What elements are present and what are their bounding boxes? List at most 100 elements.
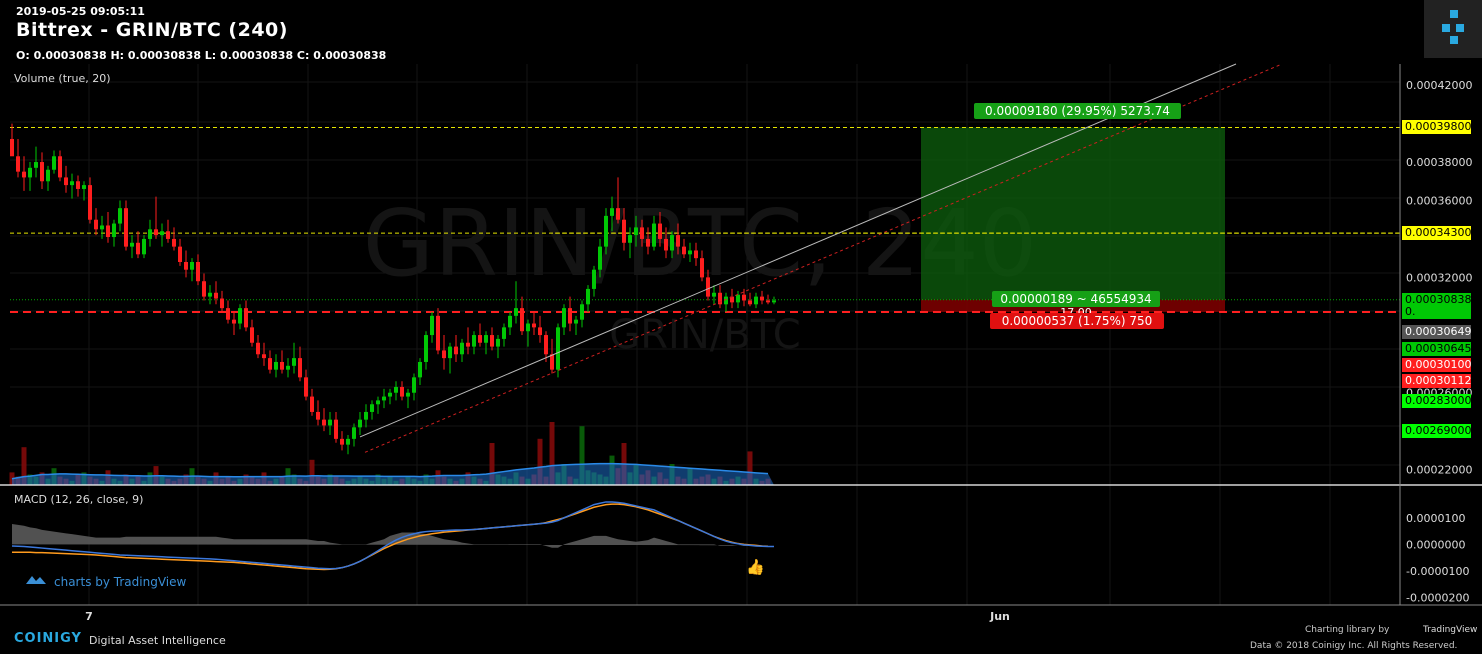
position-zones <box>921 127 1225 312</box>
macd-pane <box>11 501 774 571</box>
chart-stage: GRIN/BTC, 240 GRIN/BTC 0.00042000 0.00038… <box>0 0 1482 654</box>
candle-body <box>88 185 92 220</box>
candle-body <box>652 223 656 247</box>
candle-body <box>688 250 692 255</box>
candle-body <box>196 262 200 282</box>
candle-body <box>94 219 98 230</box>
price-tick-label: 0.00036000 <box>1406 194 1472 207</box>
candle-body <box>736 294 740 303</box>
chart-title: Bittrex - GRIN/BTC (240) <box>16 19 288 41</box>
macd-tick-label: -0.0000100 <box>1406 565 1469 578</box>
candle-body <box>376 400 380 405</box>
candle-body <box>118 208 122 224</box>
price-tick-label: 0.00032000 <box>1406 271 1472 284</box>
candle-body <box>496 338 500 347</box>
candle-body <box>532 323 536 328</box>
time-tick-label: Jun <box>989 610 1010 623</box>
candle-body <box>202 281 206 297</box>
price-tag: 0.00030649 <box>1402 325 1471 340</box>
candle-body <box>394 386 398 393</box>
candle-body <box>190 262 194 270</box>
candle-body <box>346 438 350 445</box>
candle-body <box>130 242 134 247</box>
candle-body <box>586 288 590 305</box>
candle-body <box>772 300 776 303</box>
price-tag: 0. <box>1402 304 1471 319</box>
volume-bars <box>9 422 774 485</box>
candle-body <box>124 208 128 247</box>
candle-body <box>466 342 470 347</box>
candle-body <box>358 419 362 428</box>
charting-library-label: Charting library by <box>1305 625 1390 635</box>
tradingview-logo-icon <box>26 576 46 584</box>
footer-tagline: Digital Asset Intelligence <box>89 634 226 647</box>
timestamp: 2019-05-25 09:05:11 <box>16 5 145 18</box>
candle-body <box>106 225 110 238</box>
thumbs-up-icon[interactable]: 👍 <box>746 558 765 576</box>
candle-body <box>514 308 518 316</box>
candle-body <box>16 156 20 172</box>
range-label: 0.00000189 ~ 46554934 <box>1000 292 1151 306</box>
candle-body <box>328 419 332 426</box>
candle-body <box>298 358 302 378</box>
candle-body <box>340 438 344 445</box>
candle-body <box>508 315 512 328</box>
candle-body <box>226 308 230 320</box>
stop-label: 0.00000537 (1.75%) 750 <box>1002 314 1153 328</box>
candle-body <box>568 308 572 324</box>
target-label: 0.00009180 (29.95%) 5273.74 <box>985 104 1170 118</box>
macd-tick-label: 0.0000000 <box>1406 538 1466 551</box>
candle-body <box>418 361 422 378</box>
candle-body <box>706 277 710 297</box>
candle-body <box>244 308 248 328</box>
candle-body <box>454 346 458 355</box>
candle-body <box>316 411 320 420</box>
candle-body <box>574 319 578 324</box>
candle-body <box>40 162 44 182</box>
macd-indicator-label[interactable]: MACD (12, 26, close, 9) <box>14 493 143 506</box>
candle-body <box>424 335 428 362</box>
candle-body <box>526 323 530 332</box>
candle-body <box>544 335 548 355</box>
candle-body <box>280 361 284 370</box>
candle-body <box>370 404 374 412</box>
candle-body <box>76 181 80 189</box>
candle-body <box>214 292 218 299</box>
candle-body <box>112 223 116 238</box>
volume-indicator-label[interactable]: Volume (true, 20) <box>14 72 111 85</box>
candle-body <box>700 258 704 278</box>
candle-body <box>136 242 140 255</box>
price-tag: 0.00039800 <box>1402 120 1471 135</box>
candle-body <box>442 350 446 359</box>
candle-body <box>406 392 410 397</box>
candle-body <box>658 223 662 239</box>
candle-body <box>310 396 314 412</box>
price-tick-label: 0.00022000 <box>1406 464 1472 477</box>
chart-canvas[interactable]: GRIN/BTC, 240 GRIN/BTC 0.000420000.00038… <box>0 0 1482 654</box>
price-tag: 0.00269000 <box>1402 424 1471 439</box>
candle-body <box>334 419 338 439</box>
tradingview-attribution[interactable]: charts by TradingView <box>54 575 186 589</box>
candle-body <box>352 427 356 439</box>
footer-tradingview-link[interactable]: TradingView <box>1423 625 1477 635</box>
candle-body <box>634 227 638 236</box>
candle-body <box>742 294 746 301</box>
candle-body <box>562 308 566 328</box>
candle-body <box>220 298 224 309</box>
coinigy-logo-icon[interactable] <box>1424 0 1482 58</box>
candle-body <box>670 235 674 251</box>
candle-body <box>52 156 56 170</box>
candle-body <box>58 156 62 178</box>
candle-body <box>382 396 386 401</box>
candle-body <box>484 335 488 343</box>
candle-body <box>490 335 494 347</box>
price-tick-label: 0.00038000 <box>1406 156 1472 169</box>
candle-body <box>448 346 452 359</box>
candle-body <box>148 229 152 239</box>
candle-body <box>436 315 440 351</box>
candle-body <box>502 327 506 339</box>
candle-body <box>556 327 560 370</box>
candle-body <box>694 250 698 259</box>
candle-body <box>538 327 542 336</box>
candle-body <box>388 392 392 397</box>
